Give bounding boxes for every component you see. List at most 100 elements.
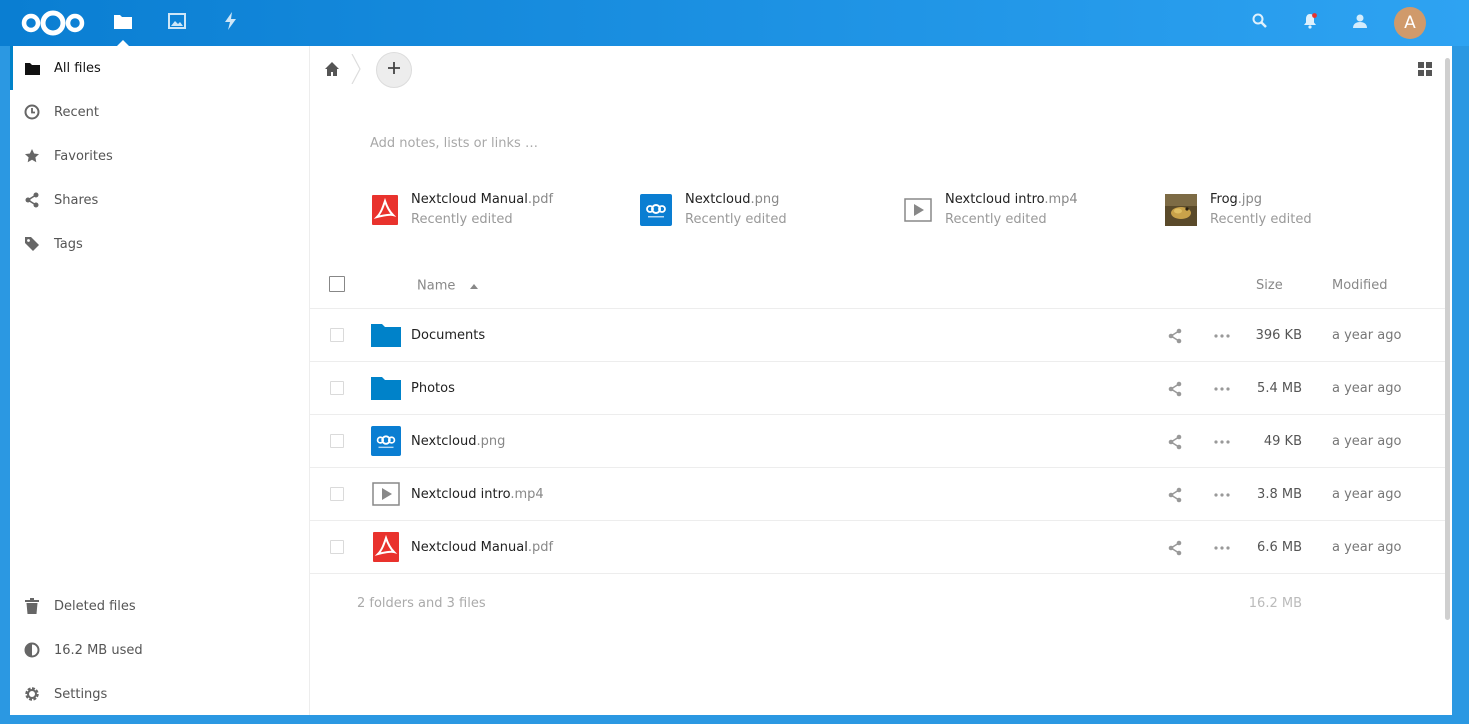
contacts-icon <box>1352 13 1368 33</box>
sidebar-item-all-files[interactable]: All files <box>10 46 309 90</box>
pdf-icon <box>370 531 402 563</box>
table-row[interactable]: Documents 396 KB a year ago <box>310 309 1448 362</box>
file-size: 3.8 MB <box>1257 487 1302 502</box>
recent-file-status: Recently edited <box>411 212 513 227</box>
recent-file[interactable]: Nextcloud.png Recently edited <box>640 192 787 228</box>
recent-file-name: Nextcloud Manual.pdf <box>411 192 554 207</box>
sidebar-item-label: Settings <box>54 686 108 702</box>
notifications-button[interactable] <box>1288 0 1332 46</box>
recent-file-status: Recently edited <box>1210 212 1312 227</box>
sort-ascending-icon <box>469 263 478 309</box>
scrollbar[interactable] <box>1445 58 1450 620</box>
sidebar-item-settings[interactable]: Settings <box>10 672 309 716</box>
sidebar-item-quota[interactable]: 16.2 MB used <box>10 628 309 672</box>
recent-file[interactable]: Nextcloud Manual.pdf Recently edited <box>372 192 553 228</box>
row-checkbox[interactable] <box>330 540 344 554</box>
image-icon <box>168 13 186 33</box>
file-size: 6.6 MB <box>1257 540 1302 555</box>
file-name[interactable]: Nextcloud intro.mp4 <box>411 468 544 521</box>
sort-by-size-button[interactable]: Size <box>1256 263 1283 309</box>
nextcloud-image-icon <box>640 194 672 226</box>
grid-view-toggle-icon[interactable] <box>1418 62 1432 76</box>
notes-input[interactable]: Add notes, lists or links … <box>370 136 538 151</box>
table-row[interactable]: Nextcloud Manual.pdf 6.6 MB a year ago <box>310 521 1448 574</box>
select-all-checkbox[interactable] <box>329 276 345 292</box>
more-actions-icon[interactable] <box>1213 328 1231 344</box>
share-icon[interactable] <box>1167 487 1183 503</box>
sidebar-item-label: Shares <box>54 192 99 208</box>
gear-icon <box>24 686 40 702</box>
trash-icon <box>24 598 40 614</box>
recent-file[interactable]: Frog.jpg Recently edited <box>1165 192 1312 228</box>
sort-by-name-button[interactable]: Name <box>417 263 478 309</box>
share-icon[interactable] <box>1167 540 1183 556</box>
files-main: Add notes, lists or links … Nextcloud Ma… <box>310 46 1452 715</box>
file-modified: a year ago <box>1332 434 1402 449</box>
file-size: 49 KB <box>1263 434 1302 449</box>
sidebar-item-label: All files <box>54 60 101 76</box>
share-icon <box>24 192 40 208</box>
file-size: 5.4 MB <box>1257 381 1302 396</box>
folder-icon <box>370 319 402 351</box>
nav-activity-app[interactable] <box>204 0 258 46</box>
file-name[interactable]: Nextcloud.png <box>411 415 505 468</box>
file-modified: a year ago <box>1332 381 1402 396</box>
more-actions-icon[interactable] <box>1213 540 1231 556</box>
sidebar-item-favorites[interactable]: Favorites <box>10 134 309 178</box>
photo-thumbnail-icon <box>1165 194 1197 226</box>
file-name[interactable]: Documents <box>411 309 485 362</box>
search-icon <box>1252 13 1268 33</box>
more-actions-icon[interactable] <box>1213 487 1231 503</box>
sidebar-item-label: Favorites <box>54 148 113 164</box>
nav-files-app[interactable] <box>96 0 150 46</box>
bell-icon <box>1302 13 1318 33</box>
tag-icon <box>24 236 40 252</box>
more-actions-icon[interactable] <box>1213 381 1231 397</box>
share-icon[interactable] <box>1167 328 1183 344</box>
app-navigation: All files Recent Favorites Shares Tags D… <box>10 46 310 715</box>
file-name[interactable]: Nextcloud Manual.pdf <box>411 521 553 574</box>
search-button[interactable] <box>1238 0 1282 46</box>
table-row[interactable]: Nextcloud intro.mp4 3.8 MB a year ago <box>310 468 1448 521</box>
file-modified: a year ago <box>1332 487 1402 502</box>
contacts-button[interactable] <box>1338 0 1382 46</box>
table-row[interactable]: Nextcloud.png 49 KB a year ago <box>310 415 1448 468</box>
clock-icon <box>24 104 40 120</box>
sidebar-item-deleted-files[interactable]: Deleted files <box>10 584 309 628</box>
recent-file-name: Frog.jpg <box>1210 192 1263 207</box>
row-checkbox[interactable] <box>330 328 344 342</box>
sidebar-item-label: Deleted files <box>54 598 136 614</box>
sidebar-item-label: Recent <box>54 104 99 120</box>
more-actions-icon[interactable] <box>1213 434 1231 450</box>
sidebar-item-label: Tags <box>54 236 83 252</box>
file-table-header: Name Size Modified <box>310 263 1448 309</box>
new-file-button[interactable] <box>376 52 412 88</box>
sidebar-item-tags[interactable]: Tags <box>10 222 309 266</box>
nextcloud-logo-icon[interactable] <box>20 8 86 38</box>
recent-file-name: Nextcloud.png <box>685 192 780 207</box>
pdf-icon <box>372 194 398 226</box>
user-avatar[interactable]: A <box>1394 7 1426 39</box>
sidebar-item-shares[interactable]: Shares <box>10 178 309 222</box>
sort-by-modified-button[interactable]: Modified <box>1332 263 1387 309</box>
recent-file[interactable]: Nextcloud intro.mp4 Recently edited <box>904 192 1078 228</box>
row-checkbox[interactable] <box>330 381 344 395</box>
folder-icon <box>114 13 132 33</box>
recent-file-status: Recently edited <box>945 212 1047 227</box>
share-icon[interactable] <box>1167 381 1183 397</box>
share-icon[interactable] <box>1167 434 1183 450</box>
file-name[interactable]: Photos <box>411 362 455 415</box>
folder-icon <box>24 60 40 76</box>
nextcloud-image-icon <box>370 425 402 457</box>
home-icon[interactable] <box>324 61 340 77</box>
row-checkbox[interactable] <box>330 487 344 501</box>
recent-file-name: Nextcloud intro.mp4 <box>945 192 1078 207</box>
file-modified: a year ago <box>1332 328 1402 343</box>
star-icon <box>24 148 40 164</box>
nav-gallery-app[interactable] <box>150 0 204 46</box>
row-checkbox[interactable] <box>330 434 344 448</box>
table-row[interactable]: Photos 5.4 MB a year ago <box>310 362 1448 415</box>
file-size: 396 KB <box>1255 328 1302 343</box>
sidebar-item-recent[interactable]: Recent <box>10 90 309 134</box>
top-header: A <box>0 0 1469 46</box>
